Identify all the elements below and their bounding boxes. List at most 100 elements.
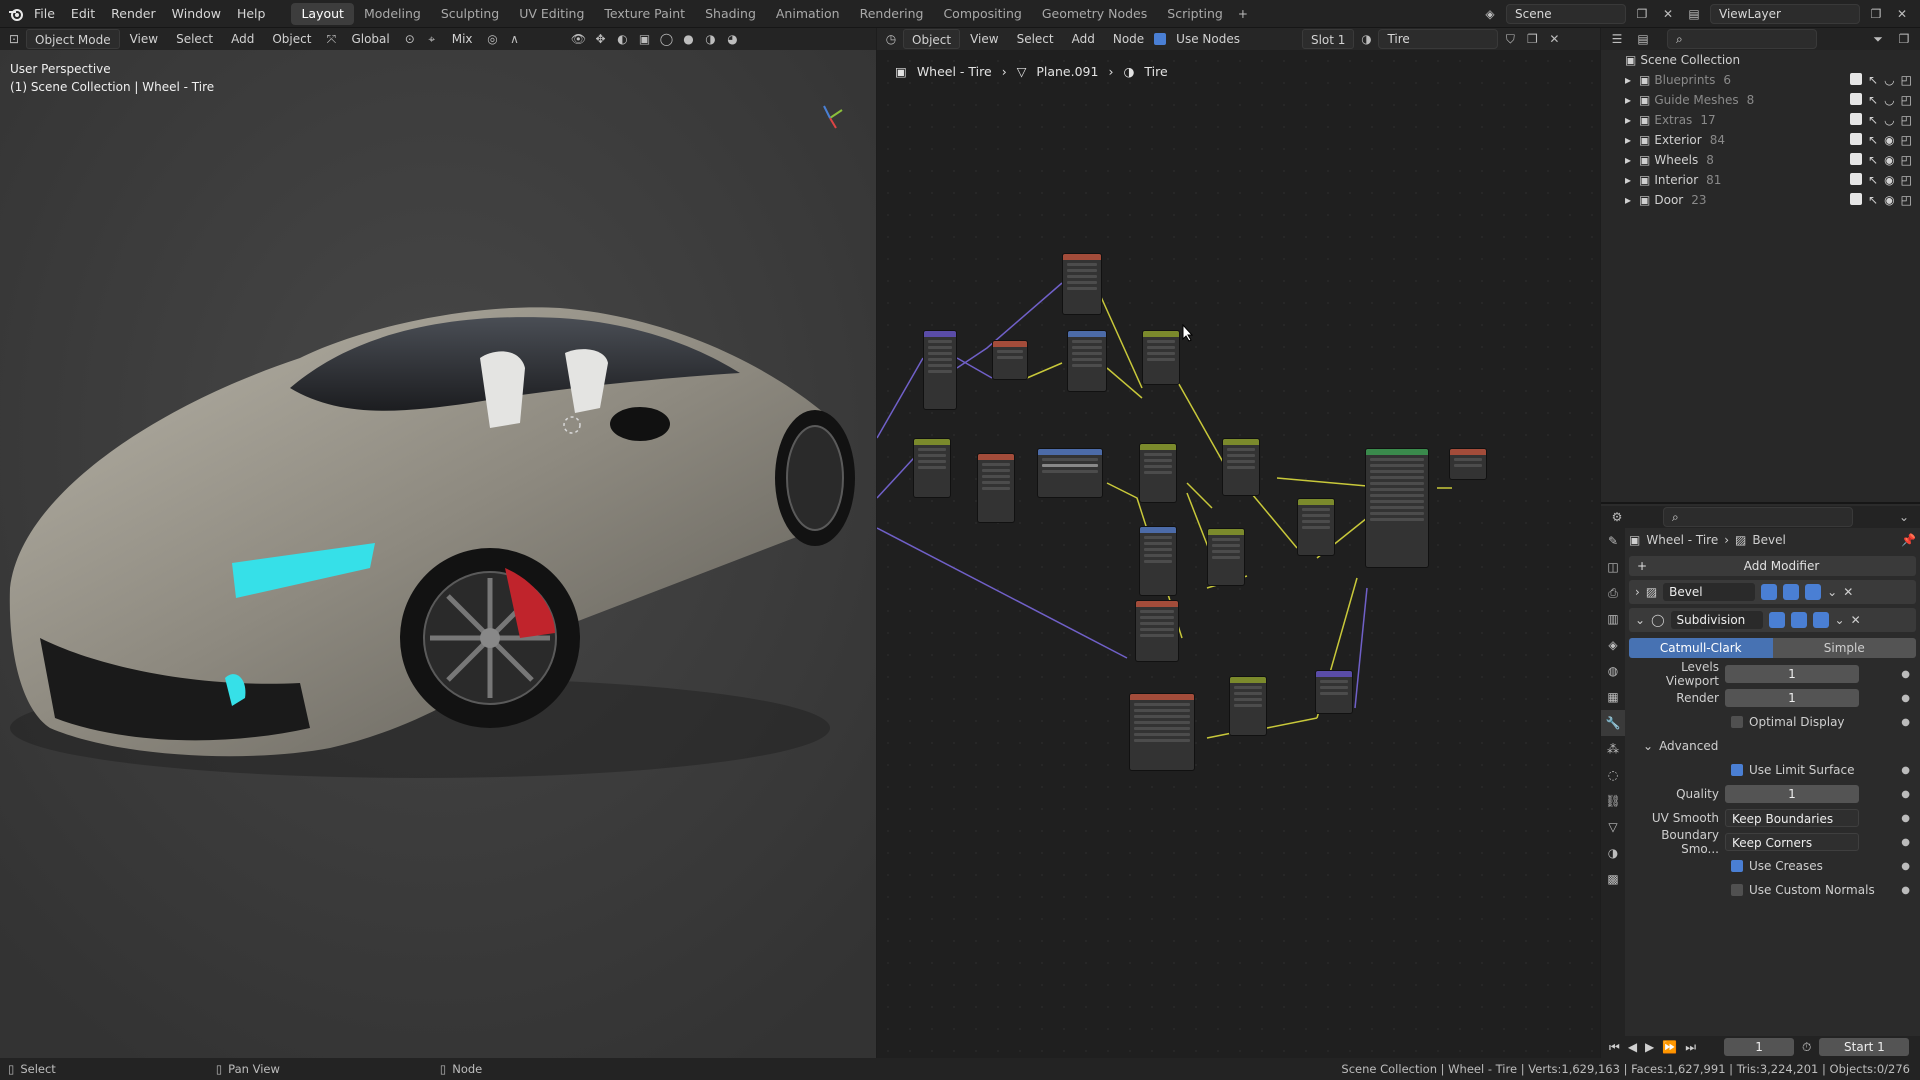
viewport-menu-object[interactable]: Object [264, 29, 319, 49]
uv-smooth-dropdown[interactable]: Keep Boundaries [1725, 809, 1859, 827]
editor-type-icon[interactable]: ⊡ [4, 29, 24, 49]
node-block[interactable] [1129, 693, 1195, 771]
menu-edit[interactable]: Edit [63, 0, 103, 28]
keyframe-dot-icon[interactable]: ● [1901, 717, 1910, 728]
snap-dropdown[interactable]: Mix [444, 29, 481, 49]
levels-viewport-field[interactable]: 1 [1725, 665, 1859, 683]
overlay-icon[interactable]: ◐ [613, 29, 633, 49]
new-scene-icon[interactable]: ❐ [1632, 4, 1652, 24]
play-icon[interactable]: ▶ [1645, 1040, 1654, 1054]
snap-icon[interactable]: ⌖ [422, 29, 442, 49]
render-toggle[interactable] [1812, 612, 1829, 628]
expand-icon[interactable]: ▸ [1625, 193, 1631, 207]
eye-icon[interactable]: ◉ [1884, 173, 1894, 187]
outliner-item-interior[interactable]: ▸ ▣ Interior 81 ↖ ◉ ◰ [1601, 170, 1920, 190]
blender-logo-icon[interactable] [6, 4, 26, 24]
exclude-checkbox[interactable] [1850, 173, 1863, 185]
camera-icon[interactable]: ◰ [1901, 113, 1912, 127]
subdivision-name-field[interactable]: Subdivision [1670, 611, 1763, 629]
scene-icon[interactable]: ◈ [1480, 4, 1500, 24]
outliner-item-extras[interactable]: ▸ ▣ Extras 17 ↖ ◡ ◰ [1601, 110, 1920, 130]
node-block[interactable] [1297, 498, 1335, 556]
exclude-checkbox[interactable] [1850, 153, 1863, 165]
camera-icon[interactable]: ◰ [1901, 153, 1912, 167]
start-frame-field[interactable]: Start 1 [1819, 1038, 1910, 1056]
node-block[interactable] [992, 340, 1028, 380]
node-block[interactable] [1229, 676, 1267, 736]
eye-icon[interactable]: ◡ [1884, 113, 1894, 127]
outliner-item-guide-meshes[interactable]: ▸ ▣ Guide Meshes 8 ↖ ◡ ◰ [1601, 90, 1920, 110]
viewport-menu-view[interactable]: View [122, 29, 166, 49]
view-layer-icon[interactable]: ▤ [1684, 4, 1704, 24]
keyframe-dot-icon[interactable]: ● [1901, 765, 1910, 776]
jump-end-icon[interactable]: ⏭ [1685, 1040, 1696, 1055]
world-tab-icon[interactable]: ◍ [1601, 658, 1625, 684]
eye-icon[interactable]: ◉ [1884, 133, 1894, 147]
expand-icon[interactable]: ▸ [1625, 153, 1631, 167]
node-block[interactable] [977, 453, 1015, 523]
eye-icon[interactable]: ◉ [1884, 193, 1894, 207]
quality-field[interactable]: 1 [1725, 785, 1859, 803]
render-tab-icon[interactable]: ◫ [1601, 554, 1625, 580]
render-toggle[interactable] [1805, 584, 1822, 600]
select-icon[interactable]: ↖ [1868, 73, 1878, 87]
add-workspace-icon[interactable]: + [1233, 4, 1253, 24]
use-creases-checkbox[interactable] [1731, 860, 1743, 872]
proportional-edit-icon[interactable]: ◎ [483, 29, 503, 49]
viewport-toggle[interactable] [1783, 584, 1800, 600]
stopwatch-icon[interactable]: ⏱ [1802, 1040, 1811, 1055]
texture-tab-icon[interactable]: ▩ [1601, 866, 1625, 892]
use-limit-surface-checkbox[interactable] [1731, 764, 1743, 776]
tab-animation[interactable]: Animation [766, 3, 850, 25]
falloff-icon[interactable]: ∧ [505, 29, 525, 49]
expand-icon[interactable]: ▸ [1625, 113, 1631, 127]
node-block[interactable] [1222, 438, 1260, 496]
remove-modifier-icon[interactable]: ✕ [1851, 613, 1861, 627]
shader-node-editor[interactable]: ◷ Object View Select Add Node Use Nodes … [877, 28, 1600, 1058]
select-icon[interactable]: ↖ [1868, 93, 1878, 107]
display-mode-icon[interactable]: ▤ [1633, 29, 1653, 49]
keyframe-dot-icon[interactable]: ● [1901, 789, 1910, 800]
boundary-smooth-dropdown[interactable]: Keep Corners [1725, 833, 1859, 851]
menu-render[interactable]: Render [103, 0, 164, 28]
menu-window[interactable]: Window [164, 0, 229, 28]
constraints-tab-icon[interactable]: ⛓ [1601, 788, 1625, 814]
jump-start-icon[interactable]: ⏮ [1609, 1040, 1620, 1055]
expand-icon[interactable]: › [1635, 585, 1640, 599]
viewport-menu-select[interactable]: Select [168, 29, 221, 49]
viewport-menu-add[interactable]: Add [223, 29, 262, 49]
tab-uv-editing[interactable]: UV Editing [509, 3, 594, 25]
select-icon[interactable]: ↖ [1868, 193, 1878, 207]
tab-layout[interactable]: Layout [291, 2, 354, 25]
particles-tab-icon[interactable]: ⁂ [1601, 736, 1625, 762]
new-collection-icon[interactable]: ❐ [1894, 29, 1914, 49]
tab-modeling[interactable]: Modeling [354, 3, 431, 25]
next-keyframe-icon[interactable]: ⏩ [1662, 1040, 1677, 1054]
current-frame-field[interactable]: 1 [1724, 1038, 1795, 1056]
bevel-name-field[interactable]: Bevel [1663, 583, 1756, 601]
expand-icon[interactable]: ▸ [1625, 133, 1631, 147]
node-block[interactable] [1365, 448, 1429, 568]
dropdown-icon[interactable]: ⌄ [1827, 585, 1837, 599]
keyframe-dot-icon[interactable]: ● [1901, 837, 1910, 848]
camera-icon[interactable]: ◰ [1901, 93, 1912, 107]
outliner-item-blueprints[interactable]: ▸ ▣ Blueprints 6 ↖ ◡ ◰ [1601, 70, 1920, 90]
tab-compositing[interactable]: Compositing [933, 3, 1031, 25]
outliner-item-wheels[interactable]: ▸ ▣ Wheels 8 ↖ ◉ ◰ [1601, 150, 1920, 170]
physics-tab-icon[interactable]: ◌ [1601, 762, 1625, 788]
shading-material-icon[interactable]: ◑ [701, 29, 721, 49]
properties-search-input[interactable]: ⌕ [1663, 507, 1853, 527]
node-block[interactable] [1142, 330, 1180, 385]
add-modifier-button[interactable]: + Add Modifier [1629, 556, 1916, 576]
view-layer-tab-icon[interactable]: ▥ [1601, 606, 1625, 632]
transform-orientation-dropdown[interactable]: Global [343, 29, 397, 49]
menu-help[interactable]: Help [229, 0, 274, 28]
pivot-icon[interactable]: ⊙ [400, 29, 420, 49]
node-block[interactable] [923, 330, 957, 410]
node-block[interactable] [1062, 253, 1102, 315]
viewport-toggle[interactable] [1790, 612, 1807, 628]
node-block[interactable] [1139, 443, 1177, 503]
node-block[interactable] [1315, 670, 1353, 714]
outliner-item-door[interactable]: ▸ ▣ Door 23 ↖ ◉ ◰ [1601, 190, 1920, 210]
remove-modifier-icon[interactable]: ✕ [1843, 585, 1853, 599]
